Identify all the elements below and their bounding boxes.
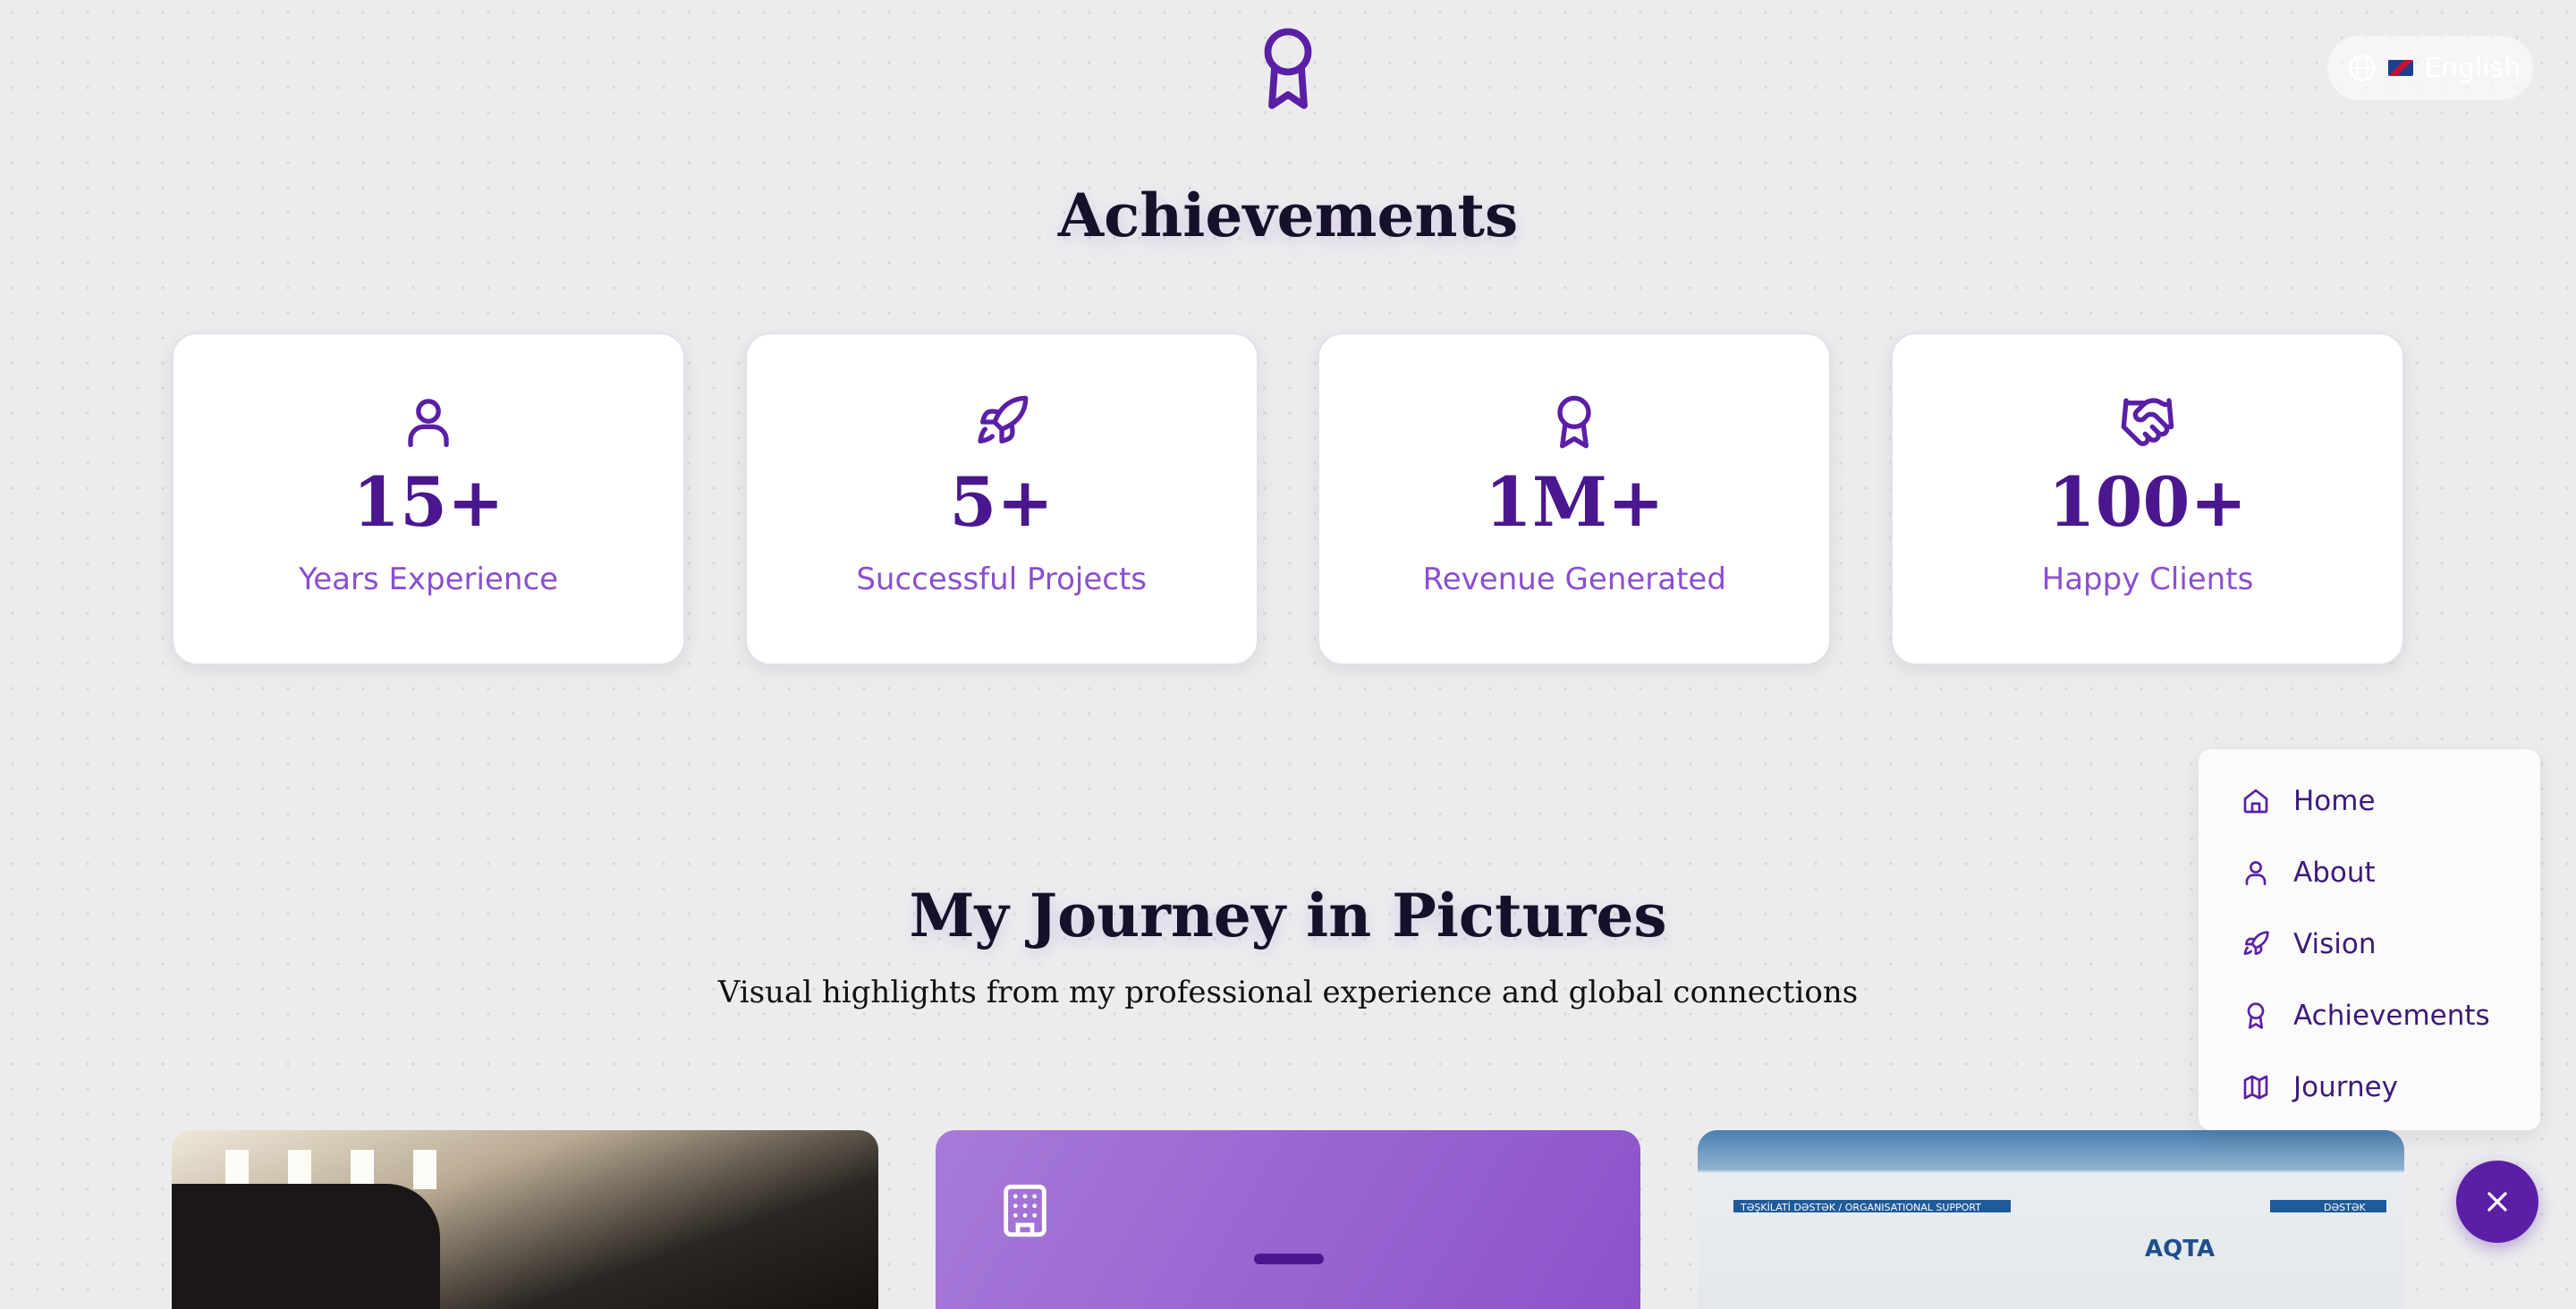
stat-label: Successful Projects <box>856 562 1147 597</box>
language-label: English <box>2424 52 2521 84</box>
stat-label: Years Experience <box>298 562 559 597</box>
car-shape <box>172 1184 440 1309</box>
user-icon <box>408 399 449 447</box>
nav-item-label: Achievements <box>2293 1000 2490 1032</box>
nav-item-home[interactable]: Home <box>2199 765 2540 837</box>
rocket-icon <box>977 395 1028 443</box>
nav-item-vision[interactable]: Vision <box>2199 908 2540 980</box>
banner-text: TƏŞKİLATİ DƏSTƏK / ORGANISATIONAL SUPPOR… <box>1741 1202 1981 1213</box>
home-icon <box>2243 789 2268 814</box>
stats-row: 15+ Years Experience 5+ Successful Proje… <box>172 333 2404 665</box>
nav-item-label: Journey <box>2293 1071 2399 1103</box>
stat-label: Happy Clients <box>2041 562 2254 597</box>
gallery-card-company[interactable] <box>936 1130 1640 1309</box>
banner-text: DƏSTƏK <box>2324 1202 2366 1213</box>
stat-value: 1M+ <box>1484 462 1665 542</box>
stat-card-revenue: 1M+ Revenue Generated <box>1318 333 1832 665</box>
nav-item-label: Vision <box>2293 928 2377 960</box>
award-icon <box>2247 1002 2265 1029</box>
sponsor-logo: AQTA <box>2145 1236 2216 1263</box>
stat-label: Revenue Generated <box>1422 562 1726 597</box>
stat-value: 5+ <box>949 462 1054 542</box>
nav-item-achievements[interactable]: Achievements <box>2199 980 2540 1051</box>
nav-item-journey[interactable]: Journey <box>2199 1051 2540 1123</box>
journey-title: My Journey in Pictures <box>909 881 1667 950</box>
stat-card-clients: 100+ Happy Clients <box>1890 333 2404 665</box>
nav-item-label: About <box>2293 857 2376 889</box>
award-icon <box>1264 28 1312 109</box>
rocket-icon <box>2243 931 2269 955</box>
nav-item-about[interactable]: About <box>2199 837 2540 908</box>
close-menu-button[interactable] <box>2456 1161 2538 1243</box>
stat-value: 100+ <box>2047 462 2248 542</box>
gallery-photo-event[interactable]: TƏŞKİLATİ DƏSTƏK / ORGANISATIONAL SUPPOR… <box>1698 1130 2404 1309</box>
photo-detail <box>413 1150 436 1189</box>
close-icon <box>2487 1192 2507 1212</box>
handshake-icon <box>2121 398 2174 446</box>
carousel-handle[interactable] <box>1254 1254 1324 1264</box>
user-icon <box>2245 861 2267 885</box>
journey-subtitle: Visual highlights from my professional e… <box>717 975 1859 1010</box>
building-icon <box>1004 1184 1046 1237</box>
globe-icon <box>2349 55 2376 81</box>
stat-card-experience: 15+ Years Experience <box>172 333 685 665</box>
achievements-title: Achievements <box>1057 181 1519 250</box>
nav-menu: Home About Vision Achievements Journey <box>2199 749 2540 1130</box>
stat-card-projects: 5+ Successful Projects <box>744 333 1258 665</box>
map-icon <box>2243 1075 2268 1100</box>
uk-flag-icon <box>2388 60 2413 76</box>
gallery-photo-showroom[interactable] <box>172 1130 878 1309</box>
award-icon <box>1557 395 1591 449</box>
nav-item-label: Home <box>2293 785 2376 817</box>
language-switcher[interactable]: English <box>2327 36 2533 100</box>
stat-value: 15+ <box>352 462 504 542</box>
